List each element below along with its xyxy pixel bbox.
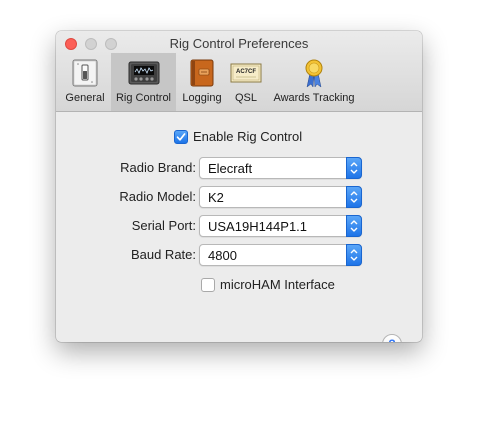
preferences-window: Rig Control Preferences General Rig Cont… xyxy=(56,31,422,342)
radio-brand-popup[interactable]: Elecraft xyxy=(199,157,362,179)
checkbox-unchecked-icon[interactable] xyxy=(201,277,215,292)
microham-interface-checkbox[interactable]: microHAM Interface xyxy=(201,277,335,292)
chevron-updown-icon[interactable] xyxy=(346,186,362,208)
toolbar-rig-control[interactable]: Rig Control xyxy=(111,53,176,111)
serial-port-popup[interactable]: USA19H144P1.1 xyxy=(199,215,362,237)
help-button[interactable]: ? xyxy=(382,334,402,342)
baud-rate-value: 4800 xyxy=(208,248,237,263)
toolbar-awards-tracking-label: Awards Tracking xyxy=(273,92,355,104)
checkbox-checked-icon[interactable] xyxy=(174,129,188,144)
baud-rate-label: Baud Rate: xyxy=(130,247,196,262)
microham-interface-label: microHAM Interface xyxy=(220,277,335,292)
enable-rig-control-checkbox[interactable]: Enable Rig Control xyxy=(174,129,302,144)
baud-rate-row: Baud Rate: 4800 xyxy=(56,244,422,266)
enable-rig-control-label: Enable Rig Control xyxy=(193,129,303,144)
serial-port-row: Serial Port: USA19H144P1.1 xyxy=(56,215,422,237)
radio-brand-label: Radio Brand: xyxy=(120,160,196,175)
chevron-updown-icon[interactable] xyxy=(346,215,362,237)
toolbar-logging[interactable]: Logging xyxy=(178,53,226,111)
chevron-updown-icon[interactable] xyxy=(346,157,362,179)
chevron-updown-icon[interactable] xyxy=(346,244,362,266)
baud-rate-popup[interactable]: 4800 xyxy=(199,244,362,266)
toolbar-awards-tracking[interactable]: Awards Tracking xyxy=(268,53,360,111)
switch-icon xyxy=(72,59,98,87)
radio-model-value: K2 xyxy=(208,190,224,205)
qsl-card-icon: AC7CF xyxy=(230,63,262,83)
radio-model-popup[interactable]: K2 xyxy=(199,186,362,208)
window-title: Rig Control Preferences xyxy=(169,36,309,51)
radio-model-row: Radio Model: K2 xyxy=(56,186,422,208)
radio-brand-value: Elecraft xyxy=(208,161,253,176)
radio-model-label: Radio Model: xyxy=(119,189,196,204)
award-ribbon-icon xyxy=(305,59,323,88)
serial-port-label: Serial Port: xyxy=(131,218,196,233)
toolbar-qsl[interactable]: AC7CF QSL xyxy=(228,53,264,111)
rig-control-pane: Enable Rig Control Radio Brand: Elecraft… xyxy=(56,112,422,342)
titlebar-toolbar: Rig Control Preferences General Rig Cont… xyxy=(56,31,422,112)
logbook-icon xyxy=(190,59,214,87)
toolbar-general-label: General xyxy=(65,92,105,104)
toolbar-general[interactable]: General xyxy=(61,53,109,111)
qsl-card-callsign: AC7CF xyxy=(236,69,256,75)
radio-icon xyxy=(128,61,159,85)
radio-brand-row: Radio Brand: Elecraft xyxy=(56,157,422,179)
serial-port-value: USA19H144P1.1 xyxy=(208,219,308,234)
toolbar-logging-label: Logging xyxy=(182,92,222,104)
toolbar-qsl-label: QSL xyxy=(234,92,257,104)
toolbar-rig-control-label: Rig Control xyxy=(115,92,172,104)
